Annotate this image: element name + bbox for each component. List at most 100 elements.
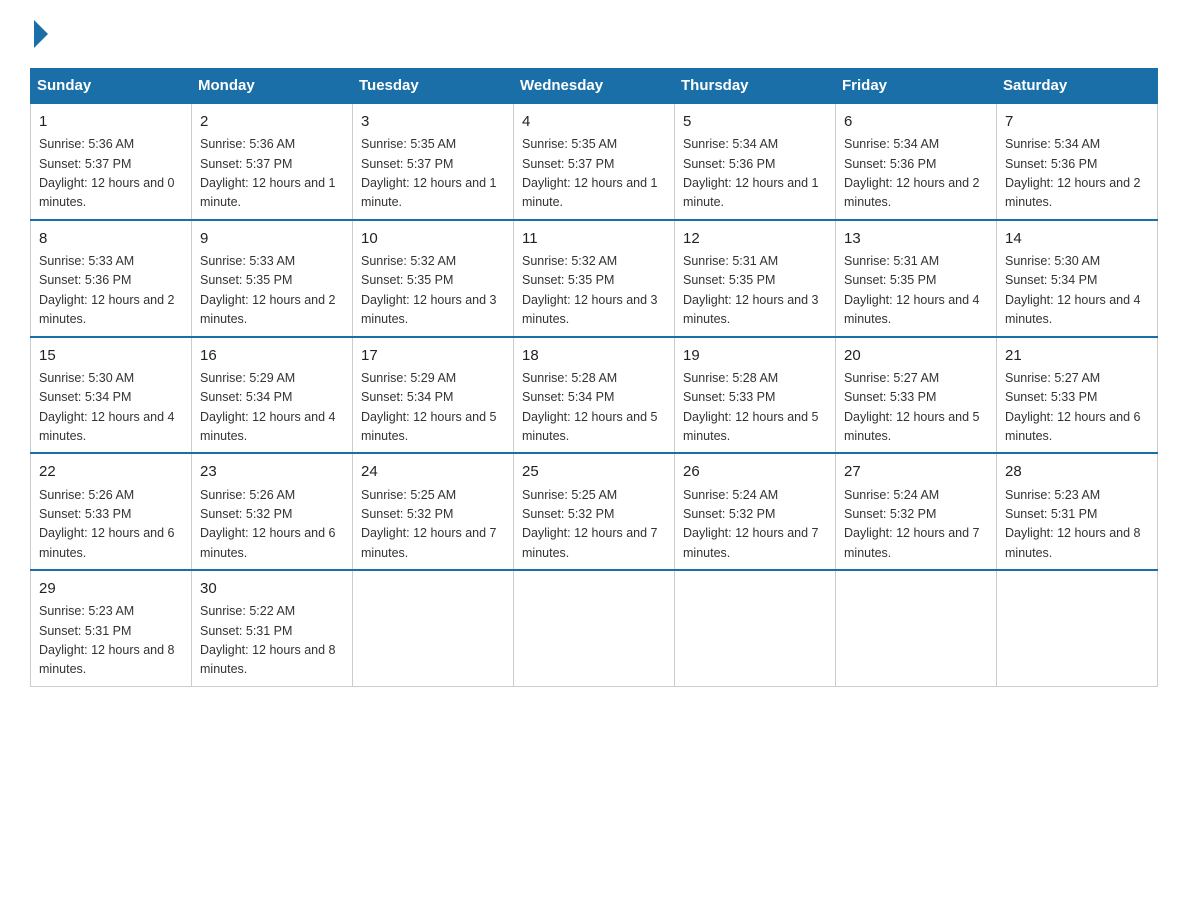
- day-number: 11: [522, 227, 666, 250]
- calendar-week-row: 1 Sunrise: 5:36 AMSunset: 5:37 PMDaylight…: [31, 103, 1158, 220]
- day-number: 14: [1005, 227, 1149, 250]
- day-info: Sunrise: 5:30 AMSunset: 5:34 PMDaylight:…: [1005, 254, 1141, 326]
- day-number: 30: [200, 577, 344, 600]
- day-number: 13: [844, 227, 988, 250]
- calendar-cell: [514, 570, 675, 686]
- weekday-header-sunday: Sunday: [31, 69, 192, 104]
- page-header: [30, 20, 1158, 50]
- calendar-cell: 15 Sunrise: 5:30 AMSunset: 5:34 PMDayligh…: [31, 337, 192, 454]
- day-number: 18: [522, 344, 666, 367]
- calendar-table: SundayMondayTuesdayWednesdayThursdayFrid…: [30, 68, 1158, 687]
- day-number: 27: [844, 460, 988, 483]
- calendar-header-row: SundayMondayTuesdayWednesdayThursdayFrid…: [31, 69, 1158, 104]
- calendar-week-row: 8 Sunrise: 5:33 AMSunset: 5:36 PMDaylight…: [31, 220, 1158, 337]
- calendar-cell: 17Sunrise: 5:29 AMSunset: 5:34 PMDayligh…: [353, 337, 514, 454]
- logo-arrow-icon: [34, 20, 48, 48]
- day-info: Sunrise: 5:33 AMSunset: 5:36 PMDaylight:…: [39, 254, 175, 326]
- calendar-cell: 29 Sunrise: 5:23 AMSunset: 5:31 PMDayligh…: [31, 570, 192, 686]
- logo-general: [30, 20, 48, 48]
- calendar-cell: 24 Sunrise: 5:25 AMSunset: 5:32 PMDayligh…: [353, 453, 514, 570]
- day-info: Sunrise: 5:30 AMSunset: 5:34 PMDaylight:…: [39, 371, 175, 443]
- day-info: Sunrise: 5:24 AMSunset: 5:32 PMDaylight:…: [683, 488, 819, 560]
- calendar-cell: 22 Sunrise: 5:26 AMSunset: 5:33 PMDayligh…: [31, 453, 192, 570]
- day-number: 3: [361, 110, 505, 133]
- day-info: Sunrise: 5:25 AMSunset: 5:32 PMDaylight:…: [522, 488, 658, 560]
- calendar-cell: 12 Sunrise: 5:31 AMSunset: 5:35 PMDayligh…: [675, 220, 836, 337]
- day-number: 6: [844, 110, 988, 133]
- day-info: Sunrise: 5:26 AMSunset: 5:33 PMDaylight:…: [39, 488, 175, 560]
- calendar-cell: 7 Sunrise: 5:34 AMSunset: 5:36 PMDaylight…: [997, 103, 1158, 220]
- day-number: 26: [683, 460, 827, 483]
- day-info: Sunrise: 5:35 AMSunset: 5:37 PMDaylight:…: [522, 137, 658, 209]
- calendar-cell: 9 Sunrise: 5:33 AMSunset: 5:35 PMDaylight…: [192, 220, 353, 337]
- calendar-cell: [836, 570, 997, 686]
- calendar-cell: 19 Sunrise: 5:28 AMSunset: 5:33 PMDayligh…: [675, 337, 836, 454]
- day-number: 22: [39, 460, 183, 483]
- day-number: 4: [522, 110, 666, 133]
- calendar-cell: 5Sunrise: 5:34 AMSunset: 5:36 PMDaylight…: [675, 103, 836, 220]
- day-info: Sunrise: 5:34 AMSunset: 5:36 PMDaylight:…: [683, 137, 819, 209]
- calendar-cell: 13Sunrise: 5:31 AMSunset: 5:35 PMDayligh…: [836, 220, 997, 337]
- weekday-header-saturday: Saturday: [997, 69, 1158, 104]
- calendar-cell: 28 Sunrise: 5:23 AMSunset: 5:31 PMDayligh…: [997, 453, 1158, 570]
- calendar-cell: 10 Sunrise: 5:32 AMSunset: 5:35 PMDayligh…: [353, 220, 514, 337]
- calendar-cell: 4 Sunrise: 5:35 AMSunset: 5:37 PMDaylight…: [514, 103, 675, 220]
- day-info: Sunrise: 5:28 AMSunset: 5:34 PMDaylight:…: [522, 371, 658, 443]
- day-number: 28: [1005, 460, 1149, 483]
- calendar-cell: [675, 570, 836, 686]
- day-number: 19: [683, 344, 827, 367]
- calendar-cell: 18 Sunrise: 5:28 AMSunset: 5:34 PMDayligh…: [514, 337, 675, 454]
- day-info: Sunrise: 5:26 AMSunset: 5:32 PMDaylight:…: [200, 488, 336, 560]
- day-number: 25: [522, 460, 666, 483]
- calendar-cell: 6Sunrise: 5:34 AMSunset: 5:36 PMDaylight…: [836, 103, 997, 220]
- day-number: 21: [1005, 344, 1149, 367]
- calendar-week-row: 15 Sunrise: 5:30 AMSunset: 5:34 PMDayligh…: [31, 337, 1158, 454]
- day-info: Sunrise: 5:27 AMSunset: 5:33 PMDaylight:…: [1005, 371, 1141, 443]
- calendar-cell: 20 Sunrise: 5:27 AMSunset: 5:33 PMDayligh…: [836, 337, 997, 454]
- day-number: 7: [1005, 110, 1149, 133]
- calendar-cell: 3 Sunrise: 5:35 AMSunset: 5:37 PMDaylight…: [353, 103, 514, 220]
- weekday-header-thursday: Thursday: [675, 69, 836, 104]
- day-info: Sunrise: 5:32 AMSunset: 5:35 PMDaylight:…: [522, 254, 658, 326]
- calendar-cell: 8 Sunrise: 5:33 AMSunset: 5:36 PMDaylight…: [31, 220, 192, 337]
- day-info: Sunrise: 5:28 AMSunset: 5:33 PMDaylight:…: [683, 371, 819, 443]
- calendar-cell: 16 Sunrise: 5:29 AMSunset: 5:34 PMDayligh…: [192, 337, 353, 454]
- day-number: 24: [361, 460, 505, 483]
- day-info: Sunrise: 5:31 AMSunset: 5:35 PMDaylight:…: [683, 254, 819, 326]
- day-number: 10: [361, 227, 505, 250]
- day-number: 9: [200, 227, 344, 250]
- calendar-cell: [997, 570, 1158, 686]
- day-info: Sunrise: 5:24 AMSunset: 5:32 PMDaylight:…: [844, 488, 980, 560]
- day-number: 29: [39, 577, 183, 600]
- day-info: Sunrise: 5:27 AMSunset: 5:33 PMDaylight:…: [844, 371, 980, 443]
- calendar-cell: 1 Sunrise: 5:36 AMSunset: 5:37 PMDaylight…: [31, 103, 192, 220]
- calendar-cell: [353, 570, 514, 686]
- day-info: Sunrise: 5:36 AMSunset: 5:37 PMDaylight:…: [39, 137, 175, 209]
- day-number: 16: [200, 344, 344, 367]
- day-info: Sunrise: 5:33 AMSunset: 5:35 PMDaylight:…: [200, 254, 336, 326]
- day-info: Sunrise: 5:36 AMSunset: 5:37 PMDaylight:…: [200, 137, 336, 209]
- weekday-header-friday: Friday: [836, 69, 997, 104]
- day-number: 17: [361, 344, 505, 367]
- day-number: 2: [200, 110, 344, 133]
- logo: [30, 20, 48, 50]
- calendar-cell: 23 Sunrise: 5:26 AMSunset: 5:32 PMDayligh…: [192, 453, 353, 570]
- calendar-week-row: 22 Sunrise: 5:26 AMSunset: 5:33 PMDayligh…: [31, 453, 1158, 570]
- calendar-cell: 26 Sunrise: 5:24 AMSunset: 5:32 PMDayligh…: [675, 453, 836, 570]
- weekday-header-monday: Monday: [192, 69, 353, 104]
- day-number: 20: [844, 344, 988, 367]
- weekday-header-wednesday: Wednesday: [514, 69, 675, 104]
- day-info: Sunrise: 5:23 AMSunset: 5:31 PMDaylight:…: [1005, 488, 1141, 560]
- day-number: 15: [39, 344, 183, 367]
- day-info: Sunrise: 5:34 AMSunset: 5:36 PMDaylight:…: [1005, 137, 1141, 209]
- day-number: 8: [39, 227, 183, 250]
- day-info: Sunrise: 5:23 AMSunset: 5:31 PMDaylight:…: [39, 604, 175, 676]
- day-info: Sunrise: 5:29 AMSunset: 5:34 PMDaylight:…: [200, 371, 336, 443]
- day-number: 1: [39, 110, 183, 133]
- day-info: Sunrise: 5:25 AMSunset: 5:32 PMDaylight:…: [361, 488, 497, 560]
- day-info: Sunrise: 5:32 AMSunset: 5:35 PMDaylight:…: [361, 254, 497, 326]
- day-info: Sunrise: 5:35 AMSunset: 5:37 PMDaylight:…: [361, 137, 497, 209]
- calendar-week-row: 29 Sunrise: 5:23 AMSunset: 5:31 PMDayligh…: [31, 570, 1158, 686]
- day-number: 23: [200, 460, 344, 483]
- day-number: 12: [683, 227, 827, 250]
